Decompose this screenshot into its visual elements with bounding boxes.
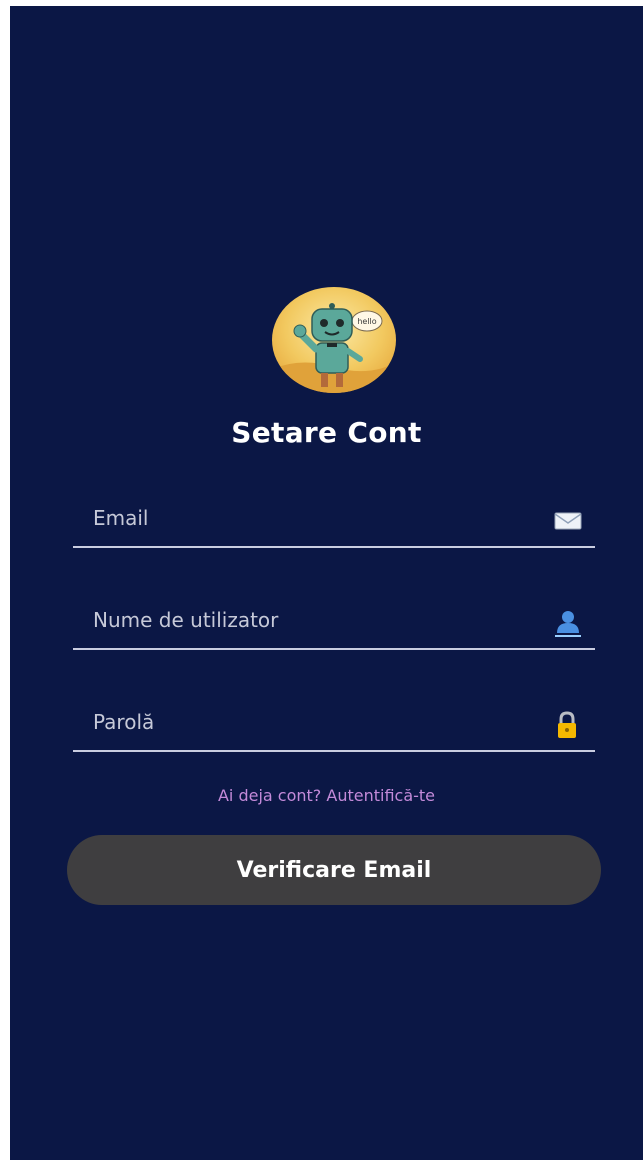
lock-icon (553, 710, 581, 738)
password-input[interactable] (93, 696, 513, 748)
envelope-icon (553, 506, 582, 534)
username-field[interactable] (73, 594, 595, 650)
speech-bubble-text: hello (357, 317, 376, 326)
app-screen: hello Setare Cont Email Nume de utilizat… (10, 6, 643, 1160)
password-field[interactable] (73, 696, 595, 752)
robot-avatar: hello (272, 287, 396, 393)
email-input[interactable] (93, 492, 513, 544)
user-icon (553, 608, 581, 637)
verify-email-button[interactable]: Verificare Email (67, 835, 601, 905)
page-title: Setare Cont (231, 416, 422, 449)
login-link[interactable]: Ai deja cont? Autentifică-te (10, 786, 643, 805)
robot-avatar-image: hello (272, 287, 396, 393)
email-field[interactable] (73, 492, 595, 548)
username-input[interactable] (93, 594, 513, 646)
